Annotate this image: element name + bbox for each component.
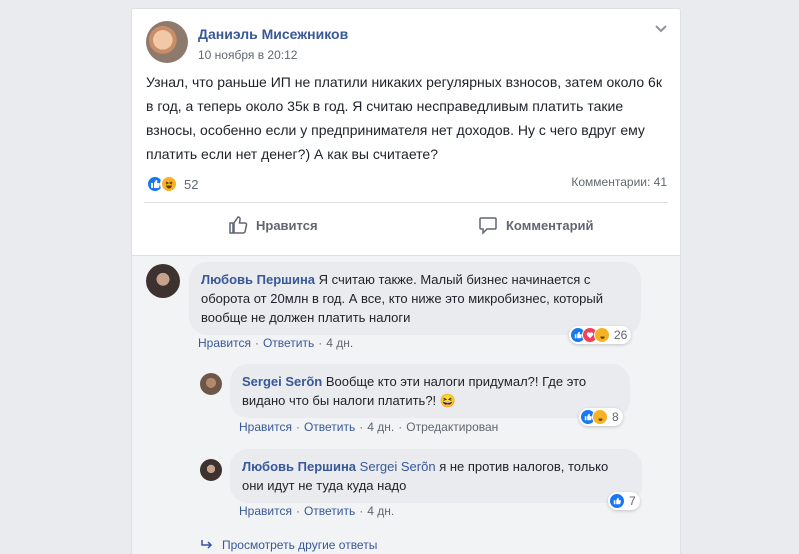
post-text: Узнал, что раньше ИП не платили никаких … (146, 74, 662, 162)
comments-section: Любовь Першина Я считаю также. Малый биз… (132, 255, 680, 554)
comment-button-label: Комментарий (506, 217, 594, 233)
comment-avatar[interactable] (146, 264, 180, 298)
comment-reply-link[interactable]: Ответить (304, 504, 355, 518)
comment-reaction-count: 26 (614, 328, 628, 342)
post-timestamp[interactable]: 10 ноября в 20:12 (198, 48, 297, 62)
haha-reaction-icon (160, 175, 178, 193)
comment-like-link[interactable]: Нравится (239, 420, 292, 434)
post-reactions[interactable]: 52 (146, 175, 198, 193)
post-card: Даниэль Мисежников 10 ноября в 20:12 Узн… (131, 8, 681, 554)
comment-age[interactable]: 4 дн. (367, 420, 394, 434)
comment-button[interactable]: Комментарий (478, 215, 594, 235)
comment-meta: Нравится · Ответить · 4 дн. (239, 504, 395, 518)
comment-reaction-count: 7 (629, 494, 636, 508)
divider (144, 202, 668, 203)
reaction-count: 52 (184, 176, 199, 192)
thumbs-up-icon (229, 216, 248, 234)
comment-avatar[interactable] (200, 373, 222, 395)
edited-label[interactable]: Отредактирован (406, 420, 498, 434)
like-button-label: Нравится (256, 217, 318, 233)
comment-bubble: Sergei Serõn Вообще кто эти налоги приду… (230, 364, 630, 418)
comment-reactions[interactable]: 26 (569, 326, 632, 344)
comment-bubble: Любовь Першина Я считаю также. Малый биз… (189, 262, 641, 335)
view-more-replies-label: Просмотреть другие ответы (222, 538, 378, 552)
comment-meta: Нравится · Ответить · 4 дн. · Отредактирован (239, 420, 499, 434)
comment-author[interactable]: Любовь Першина (201, 272, 315, 287)
comment-avatar[interactable] (200, 459, 222, 481)
comment-reaction-count: 8 (612, 410, 619, 424)
comment-author[interactable]: Любовь Першина (242, 459, 356, 474)
comment-age[interactable]: 4 дн. (367, 504, 394, 518)
comment-author[interactable]: Sergei Serõn (242, 374, 322, 389)
comments-count[interactable]: Комментарии: 41 (571, 175, 667, 189)
author-avatar[interactable] (146, 21, 188, 63)
haha-reaction-icon (592, 409, 608, 425)
comment-icon (479, 217, 497, 235)
comment-mention[interactable]: Sergei Serõn (360, 459, 436, 474)
laughing-emoji-icon: 😆 (439, 393, 456, 408)
comment-reactions[interactable]: 7 (608, 492, 640, 510)
reply-arrow-icon (201, 540, 213, 549)
comment-age[interactable]: 4 дн. (326, 336, 353, 350)
chevron-down-icon[interactable] (654, 22, 668, 36)
haha-reaction-icon (594, 327, 610, 343)
comment-meta: Нравится · Ответить · 4 дн. (198, 336, 354, 350)
view-more-replies-link[interactable]: Просмотреть другие ответы (200, 538, 377, 552)
author-name[interactable]: Даниэль Мисежников (198, 26, 348, 42)
comment-like-link[interactable]: Нравится (198, 336, 251, 350)
comment-reactions[interactable]: 8 (579, 408, 623, 426)
comment-reply-link[interactable]: Ответить (304, 420, 355, 434)
comment-bubble: Любовь Першина Sergei Serõn я не против … (230, 449, 642, 503)
like-reaction-icon (609, 493, 625, 509)
like-button[interactable]: Нравится (228, 215, 318, 235)
comment-reply-link[interactable]: Ответить (263, 336, 314, 350)
comment-like-link[interactable]: Нравится (239, 504, 292, 518)
